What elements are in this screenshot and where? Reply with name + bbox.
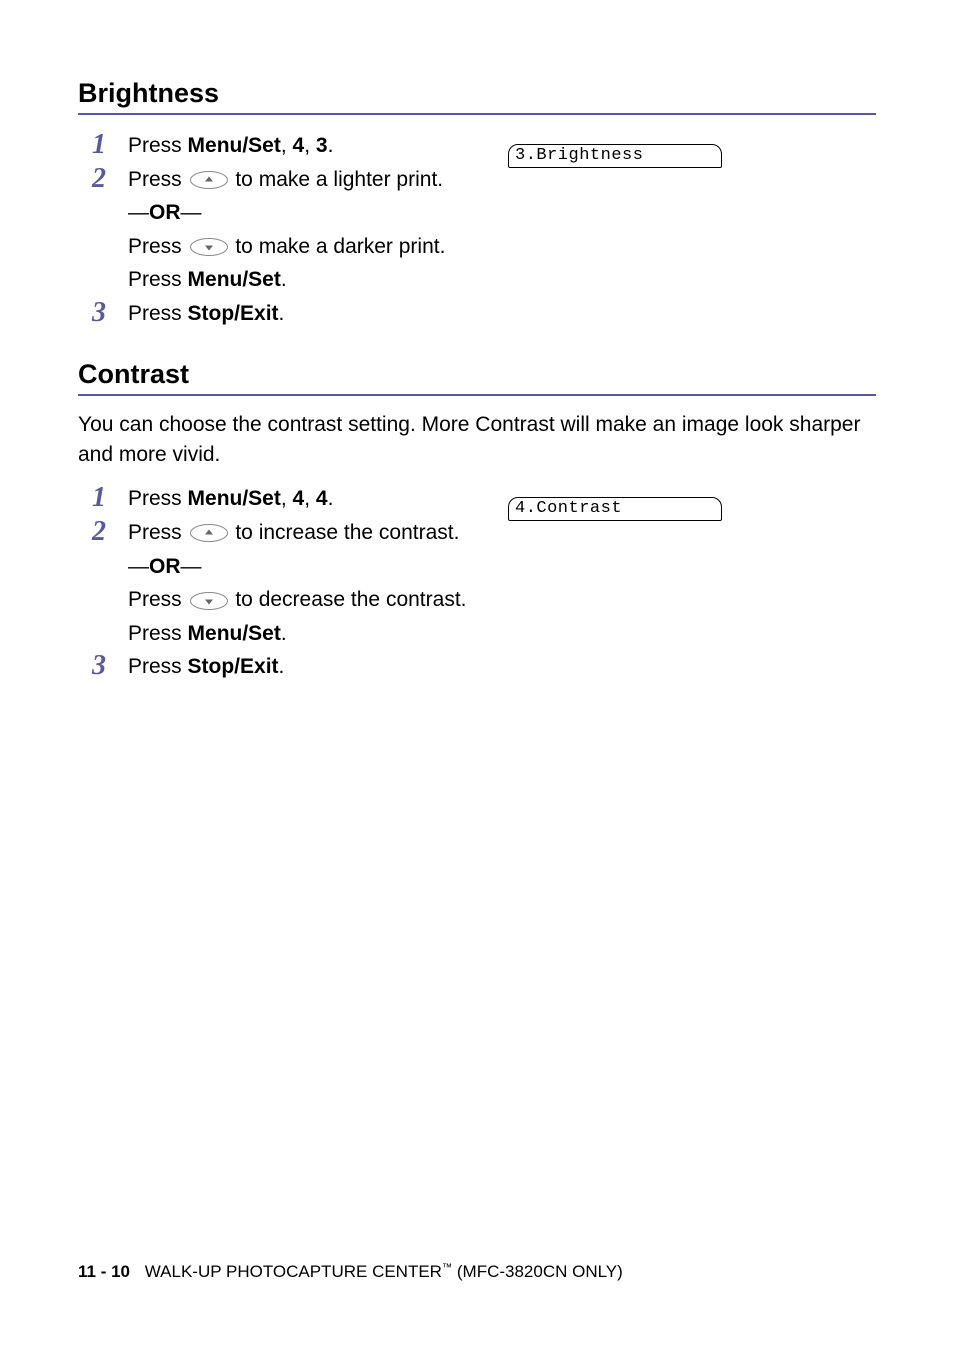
brightness-heading: Brightness <box>78 78 876 109</box>
text: to make a lighter print. <box>230 168 444 191</box>
text: . <box>281 268 287 291</box>
brightness-steps: 1 Press Menu/Set, 4, 3. 2 Press to make … <box>92 129 876 331</box>
text: , <box>281 487 293 510</box>
trademark-icon: ™ <box>442 1262 452 1273</box>
menu-set-text: Menu/Set <box>188 622 281 645</box>
text: . <box>281 622 287 645</box>
text: , <box>304 134 316 157</box>
step-body: Press to make a lighter print. —OR— Pres… <box>128 163 876 297</box>
text: to decrease the contrast. <box>230 588 467 611</box>
footer-title-a: WALK-UP PHOTOCAPTURE CENTER <box>145 1262 442 1281</box>
text: Press <box>128 487 188 510</box>
section-brightness: Brightness 3.Brightness 1 Press Menu/Set… <box>78 78 876 331</box>
or-text: OR <box>149 555 181 578</box>
stop-exit-text: Stop/Exit <box>188 302 279 325</box>
text: to make a darker print. <box>230 235 446 258</box>
text: Press <box>128 268 188 291</box>
page-number: 11 - 10 <box>78 1262 130 1281</box>
text: — <box>128 201 149 224</box>
text: Press <box>128 655 188 678</box>
brightness-step-3: 3 Press Stop/Exit. <box>92 297 876 331</box>
brightness-step-1: 1 Press Menu/Set, 4, 3. <box>92 129 876 163</box>
text: , <box>281 134 293 157</box>
menu-set-text: Menu/Set <box>188 134 281 157</box>
contrast-heading: Contrast <box>78 359 876 390</box>
page-footer: 11 - 10 WALK-UP PHOTOCAPTURE CENTER™ (MF… <box>78 1262 623 1282</box>
text: Press <box>128 168 188 191</box>
down-arrow-icon <box>190 592 228 610</box>
contrast-step-1: 1 Press Menu/Set, 4, 4. <box>92 482 876 516</box>
text: , <box>304 487 316 510</box>
step-number: 1 <box>92 482 128 512</box>
or-text: OR <box>149 201 181 224</box>
step-number: 2 <box>92 163 128 193</box>
brightness-step-2: 2 Press to make a lighter print. —OR— Pr… <box>92 163 876 297</box>
step-number: 3 <box>92 650 128 680</box>
footer-title-b: (MFC-3820CN ONLY) <box>452 1262 623 1281</box>
text: Press <box>128 302 188 325</box>
up-arrow-icon <box>190 524 228 542</box>
key-4: 4 <box>293 134 305 157</box>
step-body: Press Menu/Set, 4, 3. <box>128 129 876 163</box>
text: Press <box>128 521 188 544</box>
text: to increase the contrast. <box>230 521 460 544</box>
key-3: 3 <box>316 134 328 157</box>
text: . <box>279 302 285 325</box>
section-contrast: Contrast You can choose the contrast set… <box>78 359 876 684</box>
down-arrow-icon <box>190 238 228 256</box>
step-body: Press Stop/Exit. <box>128 650 876 684</box>
step-number: 2 <box>92 516 128 546</box>
text: — <box>181 555 202 578</box>
text: . <box>328 487 334 510</box>
text: . <box>279 655 285 678</box>
step-body: Press Menu/Set, 4, 4. <box>128 482 876 516</box>
contrast-step-3: 3 Press Stop/Exit. <box>92 650 876 684</box>
up-arrow-icon <box>190 171 228 189</box>
text: — <box>181 201 202 224</box>
step-number: 1 <box>92 129 128 159</box>
stop-exit-text: Stop/Exit <box>188 655 279 678</box>
step-body: Press to increase the contrast. —OR— Pre… <box>128 516 876 650</box>
step-number: 3 <box>92 297 128 327</box>
text: . <box>328 134 334 157</box>
text: — <box>128 555 149 578</box>
contrast-intro: You can choose the contrast setting. Mor… <box>78 410 876 471</box>
brightness-rule <box>78 113 876 115</box>
contrast-step-2: 2 Press to increase the contrast. —OR— P… <box>92 516 876 650</box>
menu-set-text: Menu/Set <box>188 487 281 510</box>
text: Press <box>128 622 188 645</box>
text: Press <box>128 588 188 611</box>
key-4b: 4 <box>316 487 328 510</box>
step-body: Press Stop/Exit. <box>128 297 876 331</box>
menu-set-text: Menu/Set <box>188 268 281 291</box>
text: Press <box>128 134 188 157</box>
key-4: 4 <box>293 487 305 510</box>
contrast-rule <box>78 394 876 396</box>
text: Press <box>128 235 188 258</box>
contrast-steps: 1 Press Menu/Set, 4, 4. 2 Press to incre… <box>92 482 876 684</box>
